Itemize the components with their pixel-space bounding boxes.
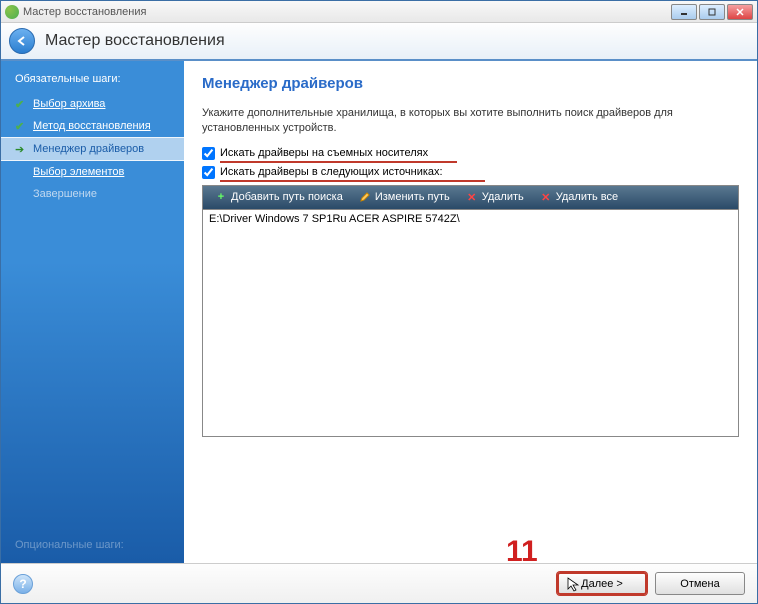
checkbox-removable-label[interactable]: Искать драйверы на съемных носителях: [220, 147, 428, 159]
header-title: Мастер восстановления: [45, 32, 225, 50]
add-path-button[interactable]: + Добавить путь поиска: [207, 189, 351, 205]
sidebar-item-drivers[interactable]: ➔ Менеджер драйверов: [1, 137, 184, 161]
next-button[interactable]: Далее >: [557, 572, 647, 595]
add-path-label: Добавить путь поиска: [231, 191, 343, 203]
checkbox-sources-row: Искать драйверы в следующих источниках:: [202, 166, 739, 179]
delete-all-button[interactable]: ✕ Удалить все: [532, 189, 626, 205]
delete-path-label: Удалить: [482, 191, 524, 203]
app-icon: [5, 5, 19, 19]
x-all-icon: ✕: [540, 191, 552, 203]
edit-path-label: Изменить путь: [375, 191, 450, 203]
check-icon: ✔: [15, 98, 27, 110]
titlebar-text: Мастер восстановления: [23, 6, 671, 18]
sidebar-item-elements[interactable]: Выбор элементов: [1, 161, 184, 183]
annotation-underline: [220, 161, 457, 163]
sidebar-item-label: Метод восстановления: [33, 120, 151, 132]
checkbox-removable-row: Искать драйверы на съемных носителях: [202, 147, 739, 160]
help-button[interactable]: ?: [13, 574, 33, 594]
page-description: Укажите дополнительные хранилища, в кото…: [202, 106, 739, 137]
sidebar-item-label: Менеджер драйверов: [33, 143, 144, 155]
cancel-button[interactable]: Отмена: [655, 572, 745, 595]
path-toolbar: + Добавить путь поиска Изменить путь ✕ У…: [202, 185, 739, 209]
titlebar: Мастер восстановления: [1, 1, 757, 23]
body: Обязательные шаги: ✔ Выбор архива ✔ Мето…: [1, 61, 757, 563]
arrow-right-icon: ➔: [15, 143, 27, 155]
blank-icon: [15, 166, 27, 178]
sidebar: Обязательные шаги: ✔ Выбор архива ✔ Мето…: [1, 61, 184, 563]
window-controls: [671, 4, 753, 20]
delete-path-button[interactable]: ✕ Удалить: [458, 189, 532, 205]
sidebar-item-archive[interactable]: ✔ Выбор архива: [1, 93, 184, 115]
annotation-underline: [220, 180, 485, 182]
footer: ? Далее > Отмена: [1, 563, 757, 603]
close-button[interactable]: [727, 4, 753, 20]
recovery-wizard-window: Мастер восстановления Мастер восстановле…: [0, 0, 758, 604]
sidebar-optional-heading: Опциональные шаги:: [15, 539, 124, 551]
checkbox-sources-label[interactable]: Искать драйверы в следующих источниках:: [220, 166, 443, 178]
content: Менеджер драйверов Укажите дополнительны…: [184, 61, 757, 563]
checkbox-removable[interactable]: [202, 147, 215, 160]
x-icon: ✕: [466, 191, 478, 203]
minimize-button[interactable]: [671, 4, 697, 20]
sidebar-item-label: Выбор архива: [33, 98, 105, 110]
blank-icon: [15, 188, 27, 200]
pencil-icon: [359, 191, 371, 203]
sidebar-item-label: Выбор элементов: [33, 166, 124, 178]
delete-all-label: Удалить все: [556, 191, 618, 203]
edit-path-button[interactable]: Изменить путь: [351, 189, 458, 205]
list-item[interactable]: E:\Driver Windows 7 SP1Ru ACER ASPIRE 57…: [203, 210, 738, 228]
arrow-left-icon: [15, 34, 29, 48]
plus-icon: +: [215, 191, 227, 203]
sidebar-required-heading: Обязательные шаги:: [1, 73, 184, 93]
back-button[interactable]: [9, 28, 35, 54]
path-listbox[interactable]: E:\Driver Windows 7 SP1Ru ACER ASPIRE 57…: [202, 209, 739, 437]
sidebar-item-method[interactable]: ✔ Метод восстановления: [1, 115, 184, 137]
checkbox-sources[interactable]: [202, 166, 215, 179]
page-title: Менеджер драйверов: [202, 75, 739, 92]
maximize-button[interactable]: [699, 4, 725, 20]
check-icon: ✔: [15, 120, 27, 132]
header: Мастер восстановления: [1, 23, 757, 61]
sidebar-item-finish: Завершение: [1, 183, 184, 205]
sidebar-item-label: Завершение: [33, 188, 97, 200]
